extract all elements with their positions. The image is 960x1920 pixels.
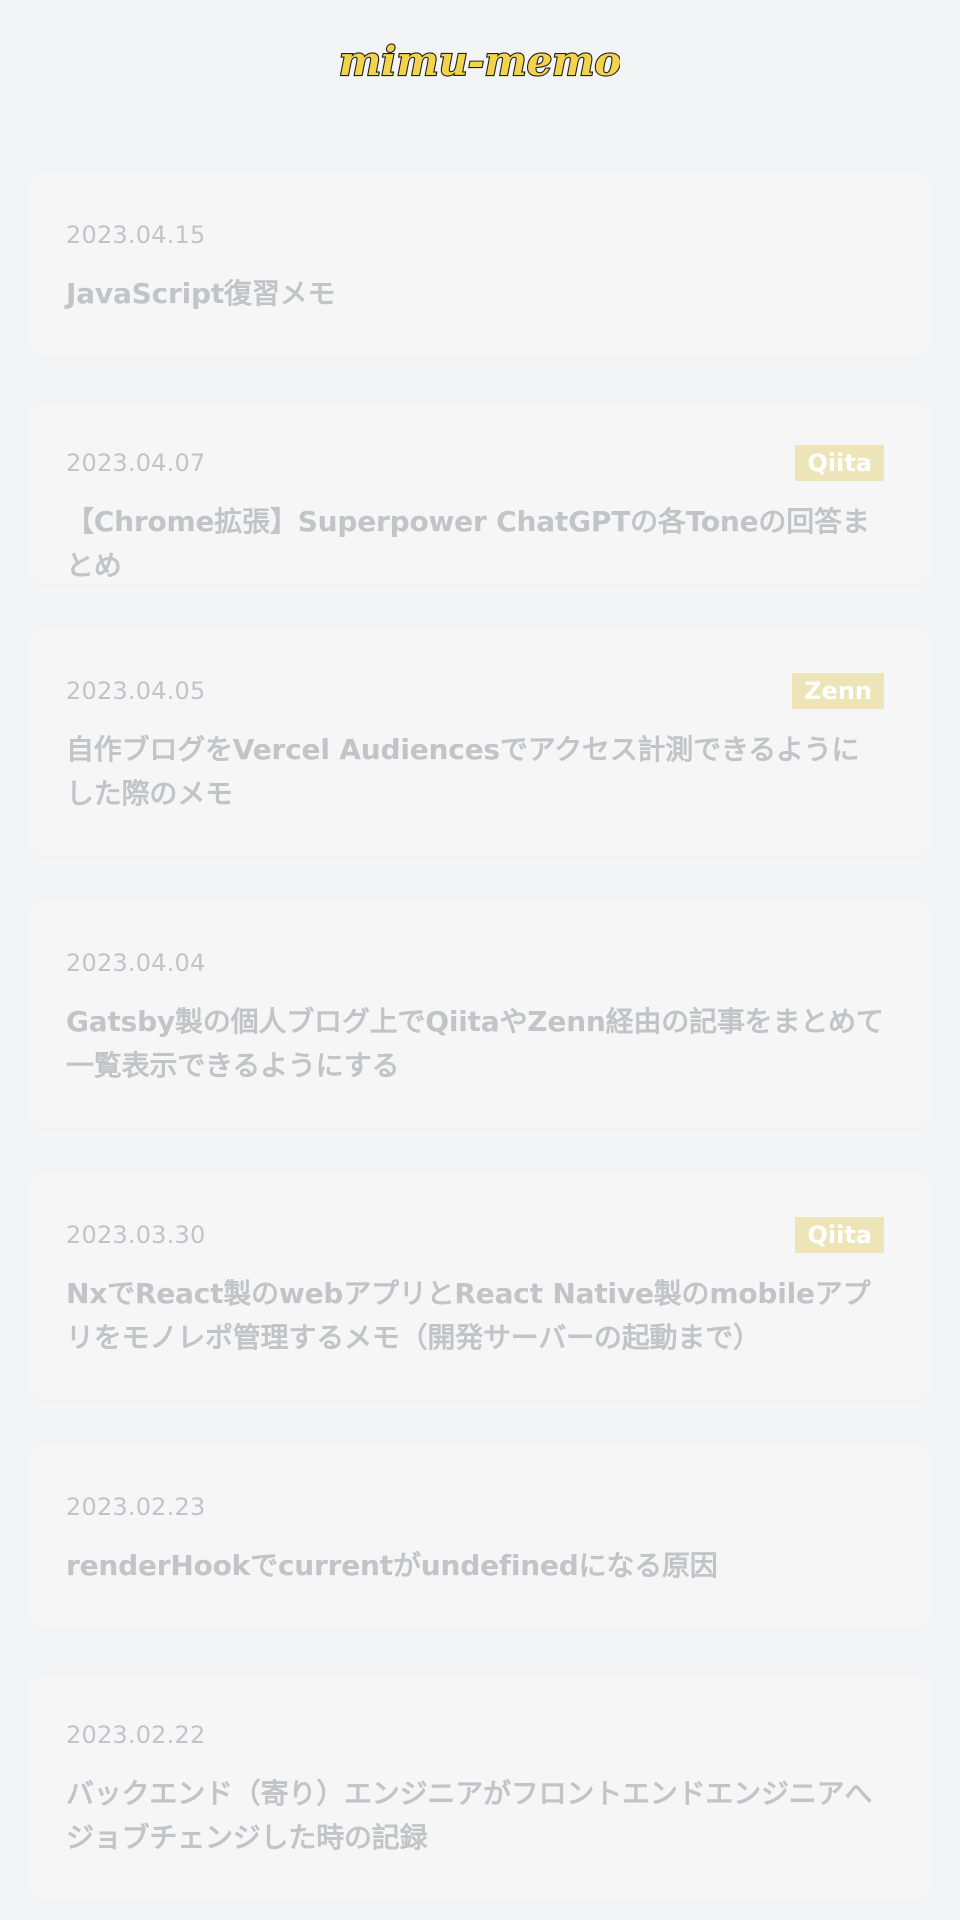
post-date: 2023.04.15 [66,221,206,249]
post-card[interactable]: 2023.04.04 Gatsby製の個人ブログ上でQiitaやZenn経由の記… [26,902,934,1128]
post-card[interactable]: 2023.04.07 Qiita 【Chrome拡張】Superpower Ch… [26,402,934,584]
post-title[interactable]: 自作ブログをVercel Audiencesでアクセス計測できるようにした際のメ… [66,728,884,816]
post-date: 2023.04.04 [66,949,206,977]
logo-wordmark: mimu-memo [340,37,620,86]
site-logo[interactable]: mimu-memo [340,37,620,89]
post-title[interactable]: NxでReact製のwebアプリとReact Native製のmobileアプリ… [66,1272,884,1360]
post-date: 2023.03.30 [66,1221,206,1249]
post-title[interactable]: 【Chrome拡張】Superpower ChatGPTの各Toneの回答まとめ [66,500,884,588]
post-card[interactable]: 2023.03.30 Qiita NxでReact製のwebアプリとReact … [26,1174,934,1400]
post-date: 2023.02.23 [66,1493,206,1521]
post-card[interactable]: 2023.02.22 バックエンド（寄り）エンジニアがフロントエンドエンジニアへ… [26,1674,934,1900]
post-title[interactable]: バックエンド（寄り）エンジニアがフロントエンドエンジニアへジョブチェンジした時の… [66,1772,884,1860]
source-badge-zenn: Zenn [792,673,884,709]
post-date: 2023.02.22 [66,1721,206,1749]
source-badge-qiita: Qiita [795,1217,884,1253]
post-date: 2023.04.05 [66,677,206,705]
post-card[interactable]: 2023.02.23 renderHookでcurrentがundefinedに… [26,1446,934,1628]
post-title[interactable]: renderHookでcurrentがundefinedになる原因 [66,1544,884,1588]
post-title[interactable]: JavaScript復習メモ [66,272,884,316]
source-badge-qiita: Qiita [795,445,884,481]
site-header: mimu-memo [0,0,960,126]
post-date: 2023.04.07 [66,449,206,477]
svg-text:mimu-memo: mimu-memo [340,38,620,85]
post-title[interactable]: Gatsby製の個人ブログ上でQiitaやZenn経由の記事をまとめて一覧表示で… [66,1000,884,1088]
post-card[interactable]: 2023.04.05 Zenn 自作ブログをVercel Audiencesでア… [26,630,934,856]
post-card[interactable]: 2023.04.15 JavaScript復習メモ [26,174,934,356]
